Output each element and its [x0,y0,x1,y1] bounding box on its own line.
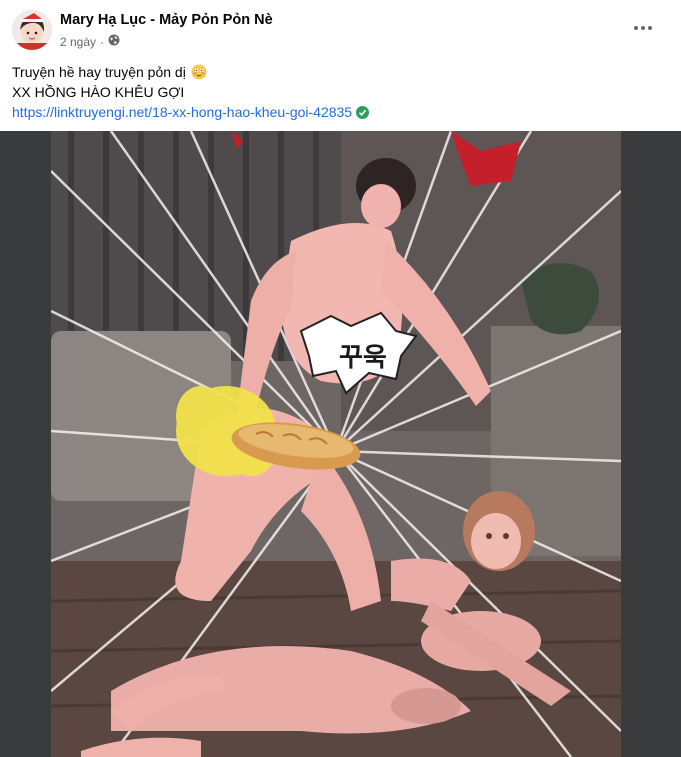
caption-link-line: https://linktruyengi.net/18-xx-hong-hao-… [12,102,662,122]
post-caption: Truyện hề hay truyện pỏn dị XX HỒNG HÀO … [12,62,662,122]
post-time[interactable]: 2 ngày [60,35,96,49]
post-image[interactable]: 꾸욱 [0,131,681,757]
caption-line-2: XX HỒNG HÀO KHÊU GỢI [12,84,185,100]
author-avatar[interactable] [12,10,52,50]
author-name[interactable]: Mary Hạ Lục - Mảy Pỏn Pỏn Nè [60,12,273,28]
post-header: Mary Hạ Lục - Mảy Pỏn Pỏn Nè 2 ngày · [0,0,681,56]
verified-check-icon [356,105,370,119]
facebook-post: Mary Hạ Lục - Mảy Pỏn Pỏn Nè 2 ngày · Tr… [0,0,681,757]
comic-panel: 꾸욱 [51,131,621,757]
comic-illustration: 꾸욱 [51,131,621,757]
post-meta: 2 ngày · [60,34,120,49]
flushed-face-emoji-icon [191,64,207,80]
globe-icon[interactable] [108,34,120,49]
caption-text-1: Truyện hề hay truyện pỏn dị [12,64,186,80]
speech-bubble-text: 꾸욱 [339,343,387,373]
external-link[interactable]: https://linktruyengi.net/18-xx-hong-hao-… [12,102,352,122]
more-options-icon[interactable] [629,14,657,42]
caption-line-1: Truyện hề hay truyện pỏn dị [12,62,662,82]
avatar-illustration [12,10,52,50]
